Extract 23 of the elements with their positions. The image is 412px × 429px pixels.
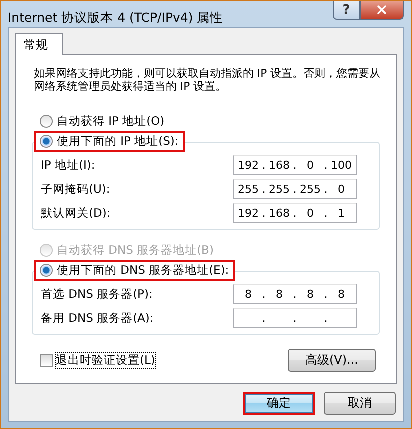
ip-address-field[interactable]: 192 . 168 . 0 . 100 (233, 155, 357, 175)
validate-checkbox[interactable]: 退出时验证设置(L) (40, 353, 156, 368)
radio-option[interactable]: 使用下面的 DNS 服务器地址(E): (36, 262, 234, 279)
ip-address-field[interactable]: 255 . 255 . 255 . 0 (233, 179, 357, 199)
window-title: Internet 协议版本 4 (TCP/IPv4) 属性 (8, 10, 224, 27)
radio-option[interactable]: 使用下面的 IP 地址(S): (36, 133, 183, 150)
field-label: 备用 DNS 服务器(A): (41, 310, 154, 326)
ip-address-field[interactable]: 192 . 168 . 0 . 1 (233, 203, 357, 223)
tab[interactable]: 常规 (15, 33, 63, 55)
dialog-button[interactable]: 确定 (243, 392, 315, 415)
advanced-button[interactable]: 高级(V)... (288, 349, 376, 372)
dialog-button[interactable]: 取消 (324, 392, 396, 415)
field-label: 子网掩码(U): (41, 182, 110, 196)
ip-address-field[interactable]: 8 . 8 . 8 . 8 (233, 284, 357, 304)
description-text: 如果网络支持此功能，则可以获取自动指派的 IP 设置。否则，您需要从网络系统管理员处获得适当的 IP 设置。 (34, 67, 382, 93)
field-label: 首选 DNS 服务器(P): (41, 286, 153, 302)
close-button[interactable] (360, 1, 404, 20)
help-button[interactable]: ? (333, 1, 360, 20)
ip-address-field[interactable]: . . . (233, 308, 357, 328)
radio-option[interactable]: 自动获得 IP 地址(O) (36, 113, 169, 130)
close-icon (375, 3, 389, 17)
field-label: 默认网关(D): (41, 206, 111, 220)
field-label: IP 地址(I): (41, 158, 96, 172)
